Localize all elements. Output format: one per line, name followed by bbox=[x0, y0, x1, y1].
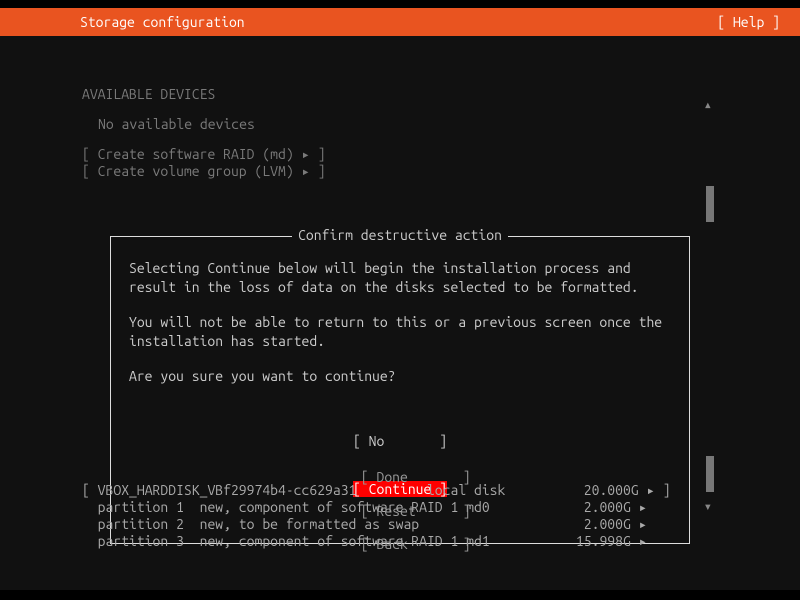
dialog-text-2: You will not be able to return to this o… bbox=[129, 313, 671, 351]
reset-button[interactable]: [ Reset ] bbox=[361, 503, 471, 519]
create-lvm-option[interactable]: [ Create volume group (LVM) ▸ ] bbox=[0, 163, 800, 180]
footer-buttons: [ Done ] [ Reset ] [ Back ] bbox=[0, 452, 800, 570]
dialog-title: Confirm destructive action bbox=[292, 227, 508, 243]
title-bar: Storage configuration [ Help ] bbox=[0, 8, 800, 36]
dialog-text-1: Selecting Continue below will begin the … bbox=[129, 259, 671, 297]
page-title: Storage configuration bbox=[80, 8, 245, 36]
no-devices-text: No available devices bbox=[0, 116, 800, 132]
help-link[interactable]: [ Help ] bbox=[717, 8, 792, 36]
available-devices-header: AVAILABLE DEVICES bbox=[0, 86, 800, 102]
create-raid-option[interactable]: [ Create software RAID (md) ▸ ] bbox=[0, 146, 800, 163]
no-button[interactable]: [ No ] bbox=[129, 433, 671, 449]
scroll-up-indicator: ▴ bbox=[704, 96, 712, 113]
dialog-text-3: Are you sure you want to continue? bbox=[129, 367, 671, 386]
page-body: ▴ AVAILABLE DEVICES No available devices… bbox=[0, 36, 800, 590]
dialog-title-wrap: Confirm destructive action bbox=[111, 227, 689, 243]
done-button[interactable]: [ Done ] bbox=[361, 469, 471, 485]
back-button[interactable]: [ Back ] bbox=[361, 536, 471, 552]
scrollbar-thumb[interactable] bbox=[706, 186, 714, 222]
